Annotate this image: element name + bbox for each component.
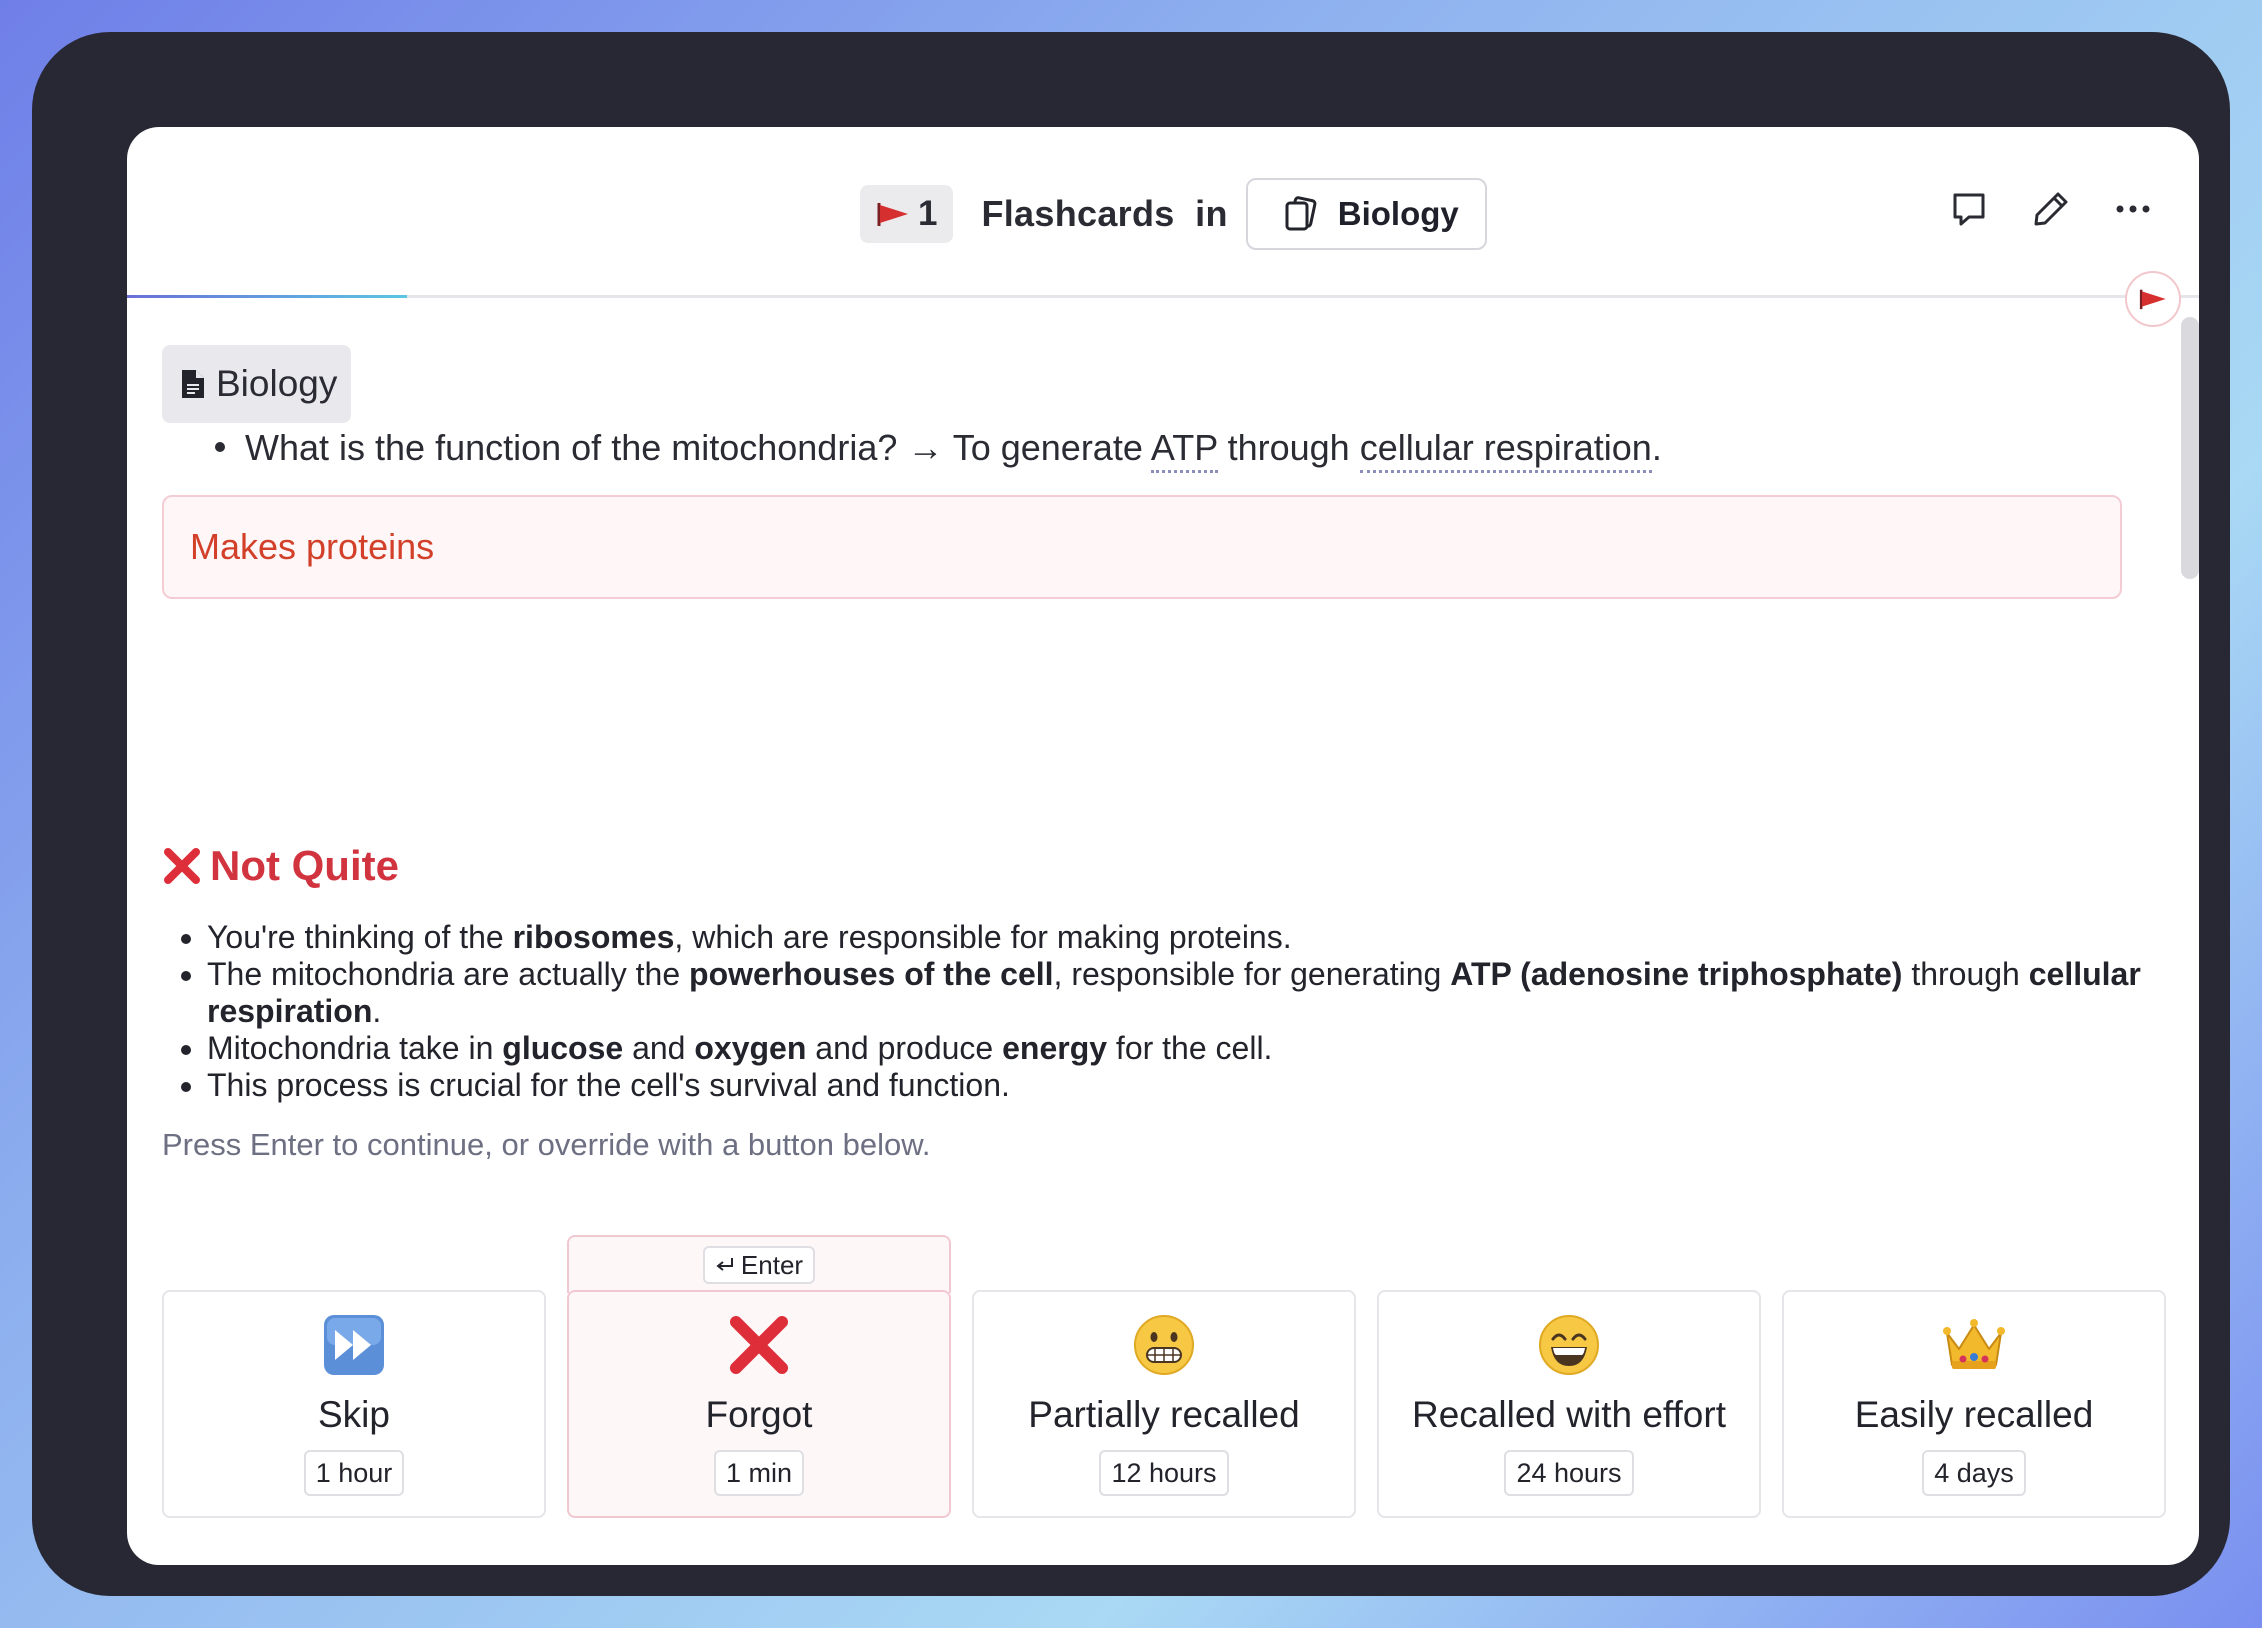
verdict-heading: Not Quite bbox=[162, 842, 399, 890]
explanation-text: and produce bbox=[806, 1030, 1003, 1066]
progress-bar bbox=[127, 295, 2199, 298]
fast-forward-icon bbox=[319, 1310, 389, 1380]
rating-label: Easily recalled bbox=[1854, 1394, 2094, 1435]
rating-label: Recalled with effort bbox=[1412, 1394, 1726, 1435]
key-term: powerhouses of the cell bbox=[689, 956, 1054, 992]
more-icon[interactable] bbox=[2113, 189, 2153, 229]
rating-recalled-with-effort-button[interactable]: Recalled with effort 24 hours bbox=[1377, 1290, 1761, 1518]
explanation-text: . bbox=[372, 993, 382, 1029]
rating-interval: 1 hour bbox=[303, 1450, 405, 1496]
rating-interval: 1 min bbox=[713, 1450, 805, 1496]
header: 1 Flashcards in Biology bbox=[127, 127, 2199, 297]
explanation-text: This process is crucial for the cell's s… bbox=[207, 1067, 1010, 1103]
rating-interval: 24 hours bbox=[1504, 1450, 1634, 1496]
question-text: What is the function of the mitochondria… bbox=[215, 427, 1662, 473]
return-icon bbox=[716, 1258, 733, 1271]
source-chip[interactable]: Biology bbox=[162, 345, 352, 423]
question-start: What is the function of the mitochondria… bbox=[245, 427, 1151, 468]
rating-partially-recalled-button[interactable]: Partially recalled 12 hours bbox=[972, 1290, 1356, 1518]
bullet bbox=[215, 442, 225, 453]
rating-label: Skip bbox=[318, 1394, 390, 1435]
cross-mark-icon bbox=[164, 848, 200, 884]
crown-icon bbox=[1939, 1310, 2009, 1380]
explanation-list: You're thinking of the ribosomes, which … bbox=[177, 919, 2157, 1104]
comment-icon[interactable] bbox=[1949, 189, 1989, 229]
explanation-text: , responsible for generating bbox=[1053, 956, 1451, 992]
enter-shortcut-tab: Enter bbox=[567, 1235, 951, 1293]
question-mid: through bbox=[1217, 427, 1360, 468]
flashcard-window: 1 Flashcards in Biology Biology What is … bbox=[127, 127, 2199, 1565]
rating-easily-recalled-button[interactable]: Easily recalled 4 days bbox=[1782, 1290, 2166, 1518]
progress-fill bbox=[127, 295, 407, 298]
grinning-face-icon bbox=[1534, 1310, 1604, 1380]
source-chip-label: Biology bbox=[216, 363, 338, 404]
device-frame: 1 Flashcards in Biology Biology What is … bbox=[32, 32, 2230, 1596]
flag-icon bbox=[2139, 289, 2166, 310]
enter-key: Enter bbox=[702, 1246, 816, 1284]
key-term: energy bbox=[1002, 1030, 1108, 1066]
page-title: Flashcards in bbox=[981, 193, 1228, 234]
explanation-text: The mitochondria are actually the bbox=[207, 956, 690, 992]
header-actions bbox=[1949, 189, 2153, 229]
deck-button[interactable]: Biology bbox=[1245, 178, 1487, 250]
cards-icon bbox=[1285, 196, 1317, 231]
user-answer: Makes proteins bbox=[162, 495, 2122, 599]
document-icon bbox=[182, 370, 204, 398]
explanation-text: You're thinking of the bbox=[207, 919, 513, 955]
rating-interval: 12 hours bbox=[1099, 1450, 1229, 1496]
rating-forgot-button[interactable]: Forgot 1 min bbox=[567, 1290, 951, 1518]
flag-count-badge[interactable]: 1 bbox=[860, 185, 954, 243]
explanation-text: Mitochondria take in bbox=[207, 1030, 503, 1066]
deck-name: Biology bbox=[1337, 195, 1459, 232]
explanation-item: You're thinking of the ribosomes, which … bbox=[207, 919, 2157, 956]
scrollbar[interactable] bbox=[2181, 317, 2199, 579]
question-end: . bbox=[1651, 427, 1662, 468]
term-atp[interactable]: ATP bbox=[1150, 427, 1218, 473]
header-title-group: 1 Flashcards in Biology bbox=[860, 178, 1487, 250]
key-term: ribosomes bbox=[512, 919, 675, 955]
explanation-item: Mitochondria take in glucose and oxygen … bbox=[207, 1030, 2157, 1067]
pencil-icon[interactable] bbox=[2031, 189, 2071, 229]
flag-count: 1 bbox=[918, 194, 938, 233]
key-term: glucose bbox=[502, 1030, 624, 1066]
flag-icon bbox=[877, 203, 908, 226]
end-flag-marker bbox=[2125, 271, 2181, 327]
verdict-text: Not Quite bbox=[210, 842, 399, 889]
cross-mark-icon bbox=[724, 1310, 794, 1380]
term-cellular-respiration[interactable]: cellular respiration bbox=[1359, 427, 1652, 473]
explanation-text: through bbox=[1902, 956, 2029, 992]
rating-skip-button[interactable]: Skip 1 hour bbox=[162, 1290, 546, 1518]
explanation-item: The mitochondria are actually the powerh… bbox=[207, 956, 2157, 1030]
rating-interval: 4 days bbox=[1922, 1450, 2026, 1496]
grimacing-face-icon bbox=[1129, 1310, 1199, 1380]
explanation-text: , which are responsible for making prote… bbox=[674, 919, 1292, 955]
rating-label: Forgot bbox=[705, 1394, 813, 1435]
explanation-text: and bbox=[623, 1030, 695, 1066]
explanation-text: for the cell. bbox=[1107, 1030, 1273, 1066]
explanation-item: This process is crucial for the cell's s… bbox=[207, 1067, 2157, 1104]
key-term: ATP (adenosine triphosphate) bbox=[1450, 956, 1903, 992]
user-answer-text: Makes proteins bbox=[190, 526, 435, 567]
rating-label: Partially recalled bbox=[1028, 1394, 1300, 1435]
continue-hint: Press Enter to continue, or override wit… bbox=[162, 1127, 931, 1162]
key-term: oxygen bbox=[694, 1030, 807, 1066]
enter-key-label: Enter bbox=[740, 1249, 804, 1280]
